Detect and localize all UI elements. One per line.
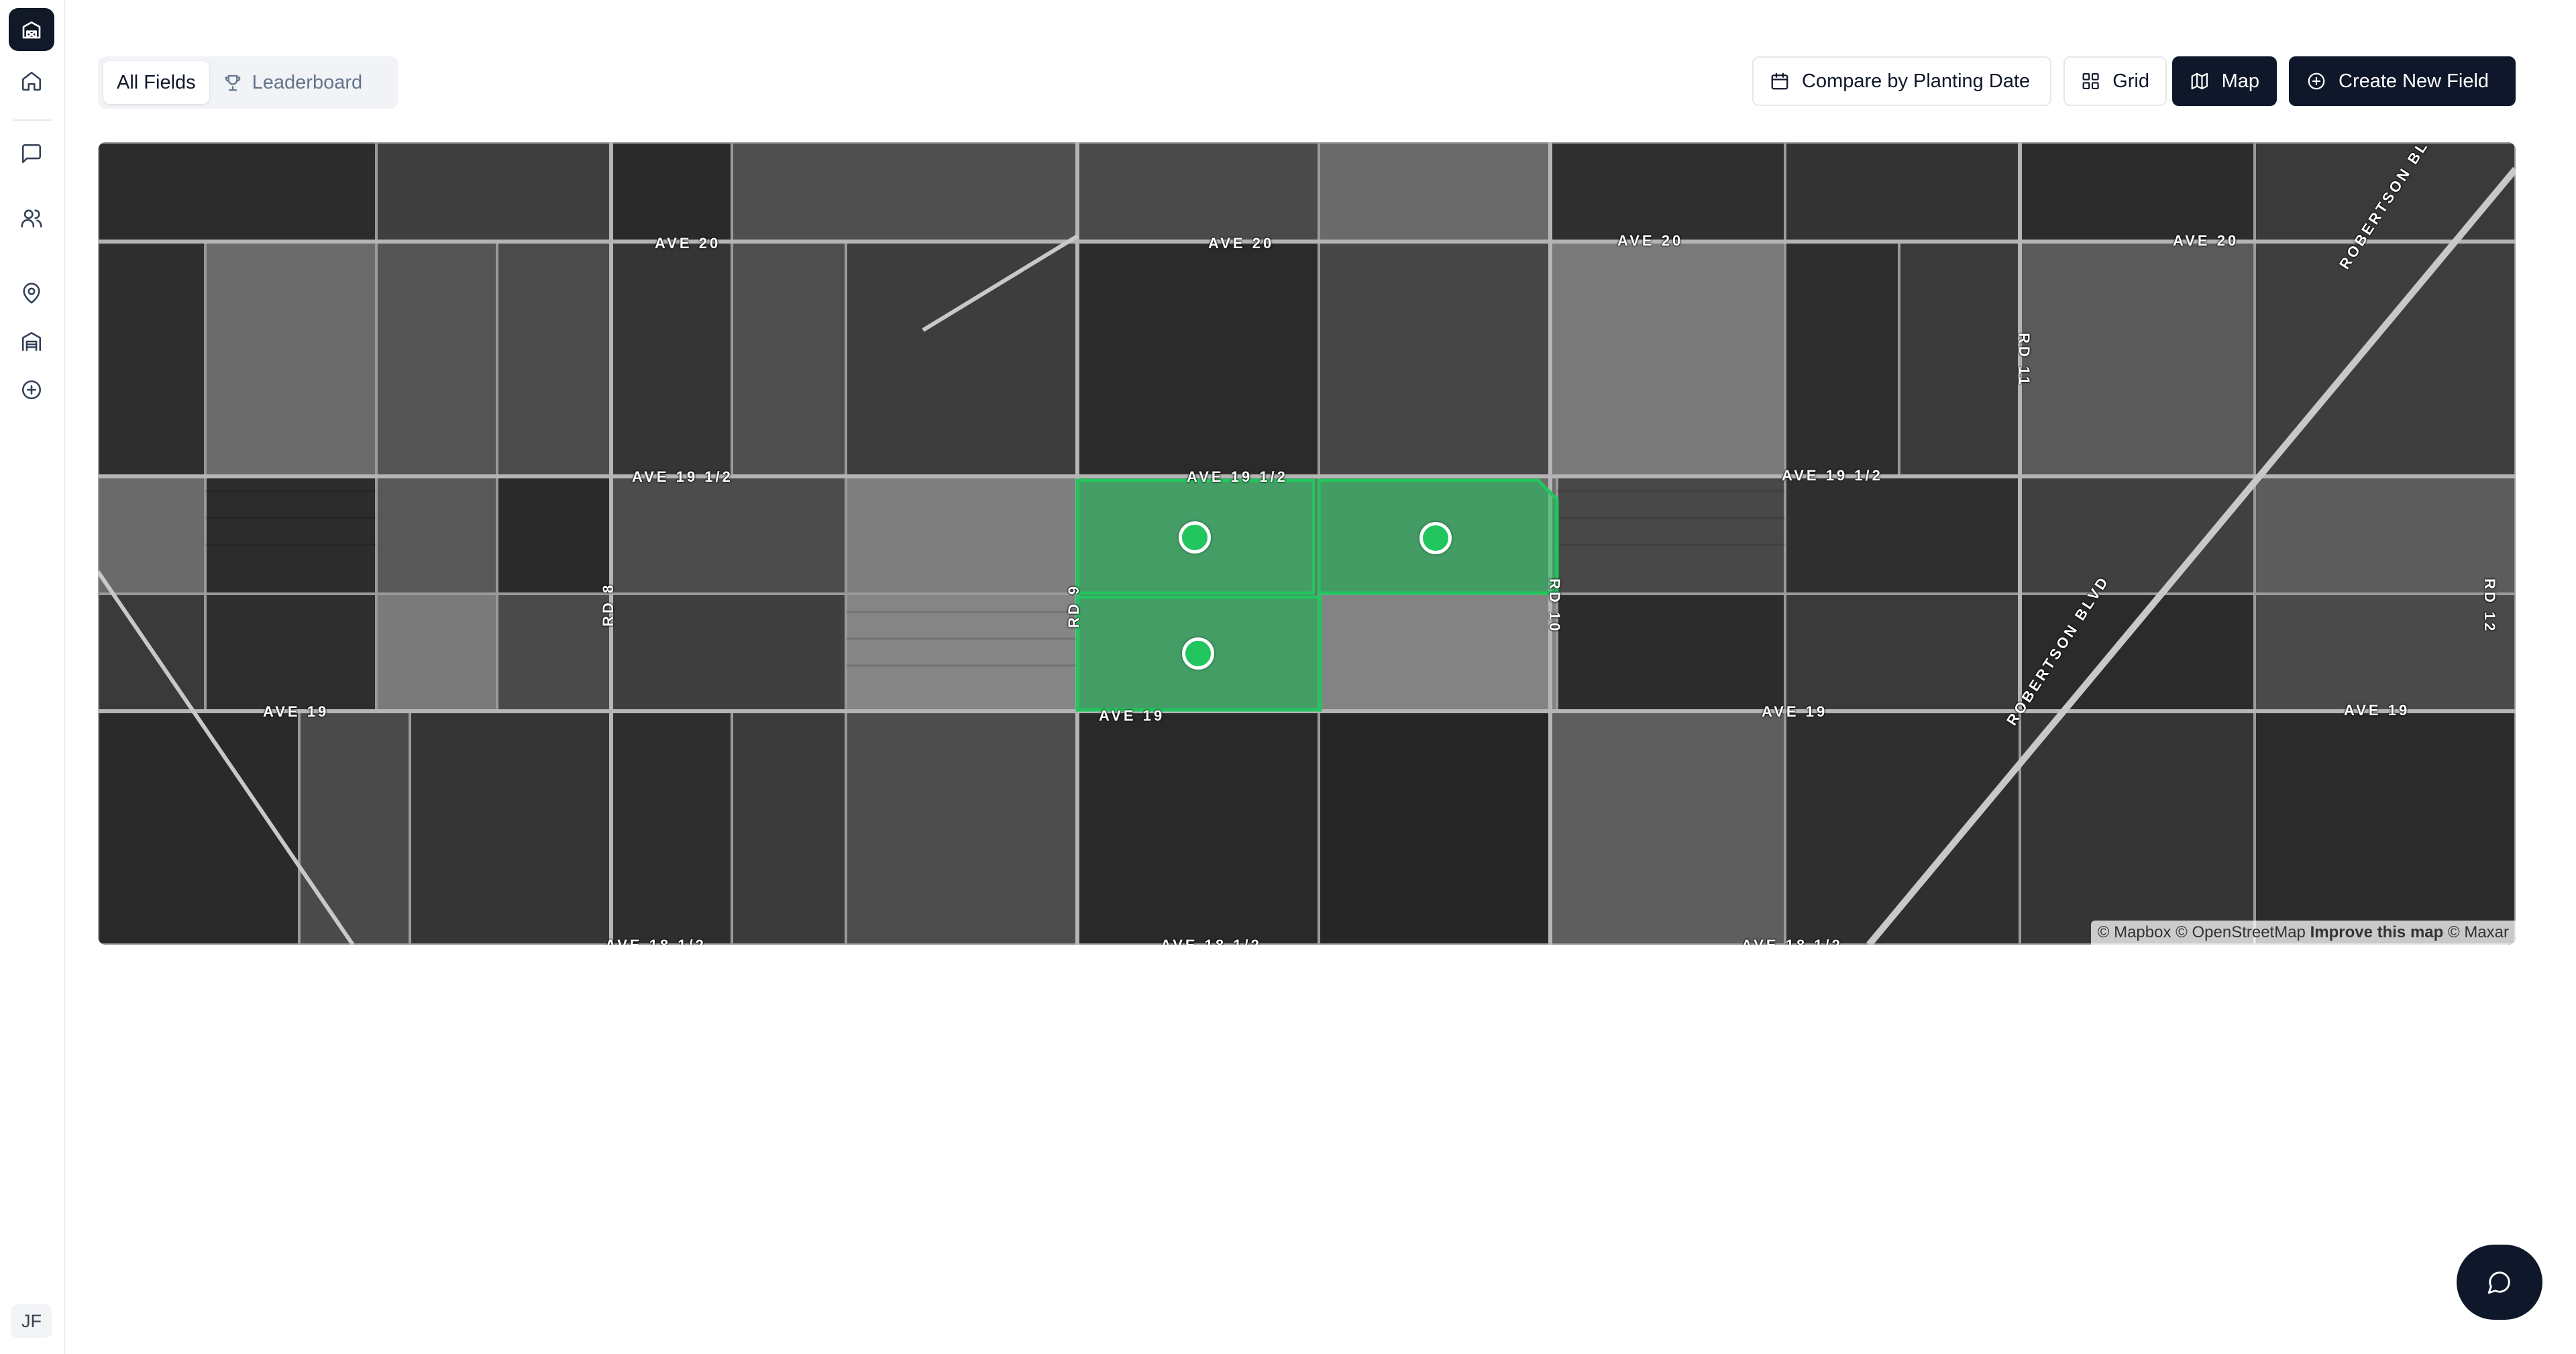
field-polygons [1075, 478, 1559, 712]
plus-circle-icon [2308, 72, 2325, 90]
sidebar-item-locations[interactable] [17, 279, 46, 307]
sidebar: JF [0, 0, 65, 1354]
sidebar-item-home[interactable] [17, 67, 46, 95]
tab-label: All Fields [117, 71, 196, 93]
road-label: AVE 19 [263, 703, 329, 720]
road-label: AVE 18 1/2 [1741, 937, 1843, 945]
road-label: AVE 19 1/2 [1187, 468, 1288, 485]
chat-button[interactable] [2457, 1245, 2542, 1320]
sidebar-item-messages[interactable] [17, 140, 46, 168]
map-label: Map [2221, 70, 2259, 92]
road-label: AVE 20 [1617, 232, 1684, 249]
message-icon [21, 144, 42, 164]
barn-icon [22, 21, 41, 39]
map-view-button[interactable]: Map [2172, 56, 2277, 106]
sidebar-item-storage[interactable] [17, 327, 46, 356]
road-label: AVE 18 1/2 [1161, 937, 1262, 945]
compare-label: Compare by Planting Date [1802, 70, 2031, 92]
users-icon [21, 209, 42, 228]
road-label: AVE 20 [655, 235, 721, 252]
create-label: Create New Field [2339, 70, 2489, 92]
improve-map-link[interactable]: Improve this map [2310, 923, 2444, 941]
create-new-field-button[interactable]: Create New Field [2289, 56, 2516, 106]
road-label: RD 10 [1546, 578, 1563, 634]
user-avatar[interactable]: JF [11, 1304, 52, 1338]
tab-all-fields[interactable]: All Fields [103, 61, 209, 104]
field-marker[interactable] [1419, 522, 1452, 554]
trophy-icon [225, 74, 240, 91]
map-pin-icon [23, 282, 40, 304]
plus-circle-icon [21, 380, 42, 400]
sidebar-item-add[interactable] [17, 376, 46, 404]
sidebar-divider [13, 119, 51, 121]
field-marker[interactable] [1182, 637, 1214, 670]
road-label: AVE 19 [1762, 703, 1828, 720]
chat-bubble-icon [2487, 1271, 2510, 1294]
compare-by-planting-date-button[interactable]: Compare by Planting Date [1752, 56, 2051, 106]
road-label: AVE 20 [1208, 235, 1275, 252]
sidebar-item-users[interactable] [17, 204, 46, 232]
tab-label: Leaderboard [252, 71, 363, 93]
app-logo-button[interactable] [9, 8, 54, 51]
home-icon [21, 71, 42, 91]
map-icon [2191, 72, 2208, 90]
fields-map[interactable]: AVE 20 AVE 20 AVE 20 AVE 20 AVE 19 1/2 A… [98, 142, 2516, 945]
road-label: AVE 20 [2173, 232, 2239, 249]
maxar-credit-link[interactable]: © Maxar [2448, 923, 2509, 941]
field-view-tabs: All Fields Leaderboard [98, 56, 398, 109]
osm-credit-link[interactable]: © OpenStreetMap [2176, 923, 2306, 941]
grid-label: Grid [2112, 70, 2149, 92]
road-label: AVE 19 1/2 [1782, 467, 1883, 484]
road-label: AVE 19 [1099, 707, 1165, 724]
field-marker[interactable] [1179, 521, 1211, 554]
map-attribution: © Mapbox © OpenStreetMap Improve this ma… [2090, 921, 2516, 945]
road-label: RD 8 [600, 582, 616, 627]
road-label: AVE 19 [2344, 702, 2410, 719]
road-label: AVE 19 1/2 [632, 468, 733, 485]
warehouse-icon [21, 331, 42, 352]
calendar-icon [1771, 72, 1788, 90]
road-label: RD 12 [2481, 578, 2498, 634]
road-label: RD 11 [2016, 333, 2033, 388]
road-label: AVE 18 1/2 [605, 937, 706, 945]
grid-icon [2082, 72, 2099, 90]
mapbox-credit-link[interactable]: © Mapbox [2098, 923, 2171, 941]
grid-view-button[interactable]: Grid [2063, 56, 2167, 106]
tab-leaderboard[interactable]: Leaderboard [209, 61, 376, 104]
road-label: RD 9 [1065, 583, 1082, 628]
